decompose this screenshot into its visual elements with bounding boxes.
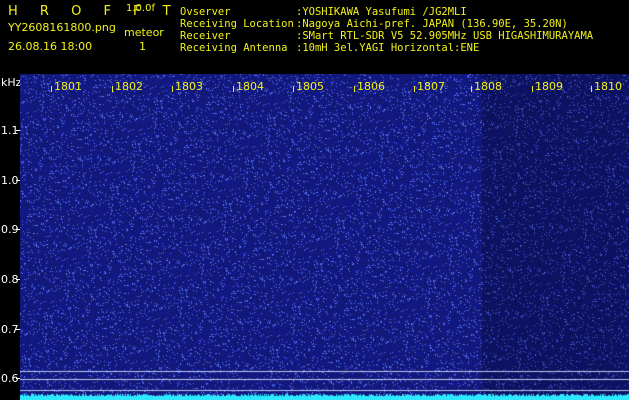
y-tick-mark — [16, 378, 20, 379]
y-tick-mark — [16, 180, 20, 181]
datetime-label: 26.08.16 18:00 — [8, 40, 93, 53]
x-tick-label: 1806 — [357, 80, 385, 93]
x-tick-mark — [293, 86, 294, 92]
x-tick-mark — [112, 86, 113, 92]
x-tick-mark — [51, 86, 52, 92]
x-tick-mark — [532, 86, 533, 92]
x-tick-label: 1801 — [54, 80, 82, 93]
x-tick-label: 1808 — [474, 80, 502, 93]
x-tick-label: 1804 — [236, 80, 264, 93]
version-label: 1.0.0f — [126, 3, 155, 14]
x-tick-label: 1807 — [417, 80, 445, 93]
x-tick-mark — [233, 86, 234, 92]
antenna-label: Receiving Antenna — [180, 42, 288, 54]
location-value: :Nagoya Aichi-pref. JAPAN (136.90E, 35.2… — [296, 18, 568, 30]
y-tick-mark — [16, 329, 20, 330]
x-tick-label: 1802 — [115, 80, 143, 93]
x-tick-mark — [354, 86, 355, 92]
x-tick-mark — [471, 86, 472, 92]
antenna-value: :10mH 3el.YAGI Horizontal:ENE — [296, 42, 480, 54]
observer-label: Ovserver — [180, 6, 231, 18]
x-tick-label: 1803 — [175, 80, 203, 93]
observer-value: :YOSHIKAWA Yasufumi /JG2MLI — [296, 6, 467, 18]
y-tick-mark — [16, 279, 20, 280]
x-tick-mark — [172, 86, 173, 92]
y-axis-unit: kHz — [1, 76, 22, 89]
meteor-label: meteor — [124, 26, 164, 39]
receiver-label: Receiver — [180, 30, 231, 42]
y-tick-mark — [16, 130, 20, 131]
meteor-count: 1 — [139, 40, 146, 53]
x-tick-label: 1810 — [594, 80, 622, 93]
spectrogram-canvas — [20, 74, 629, 400]
x-tick-mark — [414, 86, 415, 92]
receiver-value: :SMart RTL-SDR V5 52.905MHz USB HIGASHIM… — [296, 30, 594, 42]
x-tick-label: 1805 — [296, 80, 324, 93]
filename-label: YY2608161800.png — [8, 21, 116, 34]
location-label: Receiving Location — [180, 18, 294, 30]
x-tick-mark — [591, 86, 592, 92]
x-tick-label: 1809 — [535, 80, 563, 93]
header-panel: H R O F F T 1.0.0f YY2608161800.png 26.0… — [0, 0, 629, 74]
y-tick-mark — [16, 229, 20, 230]
waterfall-spectrogram — [20, 74, 629, 400]
